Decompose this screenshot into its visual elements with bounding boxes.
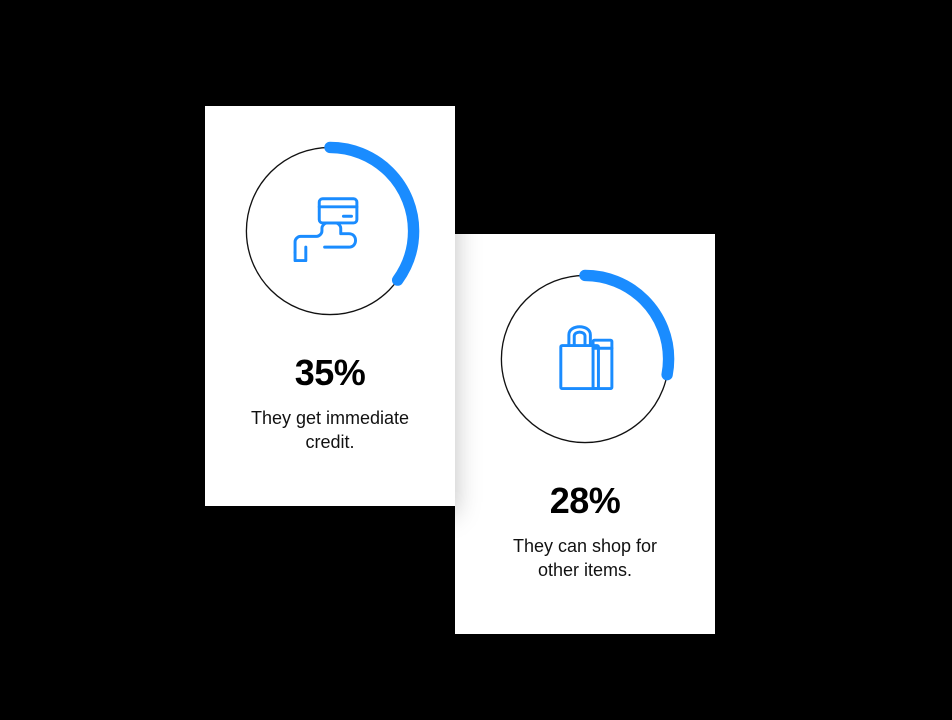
stat-card-credit: 35% They get immediate credit. <box>205 106 455 506</box>
donut-chart-credit <box>235 136 425 326</box>
percent-value-credit: 35% <box>295 352 366 394</box>
donut-chart-shop <box>490 264 680 454</box>
stat-card-shop: 28% They can shop for other items. <box>455 234 715 634</box>
caption-credit: They get immediate credit. <box>235 406 425 455</box>
percent-value-shop: 28% <box>550 480 621 522</box>
caption-shop: They can shop for other items. <box>490 534 680 583</box>
shopping-bags-icon <box>540 314 630 404</box>
hand-card-icon <box>285 186 375 276</box>
